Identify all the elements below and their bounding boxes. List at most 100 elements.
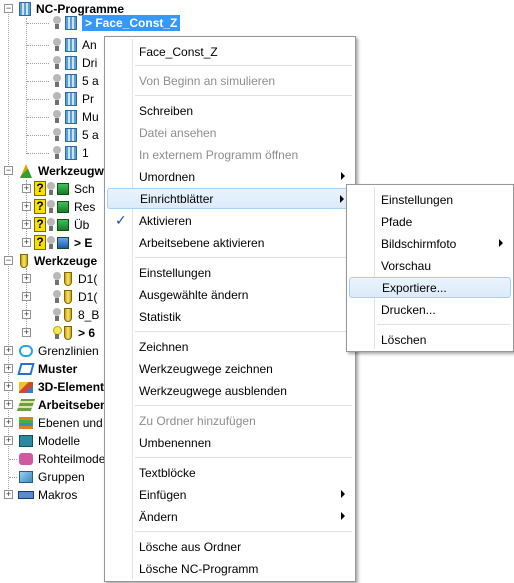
menu-header: Face_Const_Z: [107, 41, 353, 62]
menu-item-label: Drucken...: [381, 302, 436, 317]
expand-toggle[interactable]: +: [22, 328, 31, 337]
menu-item-settings[interactable]: Einstellungen: [107, 262, 353, 283]
tool-icon: [62, 307, 74, 323]
expand-toggle[interactable]: +: [4, 364, 13, 373]
menu-item-insert[interactable]: Einfügen: [107, 484, 353, 505]
menu-separator: [135, 257, 352, 258]
collapse-toggle[interactable]: −: [4, 4, 13, 13]
expand-toggle[interactable]: +: [4, 490, 13, 499]
nc-folder-icon: [18, 1, 32, 17]
bulb-icon: [52, 37, 62, 53]
menu-item-activate-workplane[interactable]: Arbeitsebene aktivieren: [107, 232, 353, 253]
menu-item-view-file[interactable]: Datei ansehen: [107, 122, 353, 143]
expand-toggle[interactable]: +: [22, 238, 31, 247]
tree-node-nc-program[interactable]: 5 a: [52, 126, 99, 144]
tree-node-toolpath[interactable]: Üb: [34, 216, 89, 234]
tree-node-tool[interactable]: 8_B: [52, 306, 99, 324]
toolpath-icon: [56, 199, 70, 215]
groups-icon: [18, 469, 34, 485]
tree-node-face-const-z[interactable]: > Face_Const_Z: [52, 14, 181, 32]
menu-item-label: Zeichnen: [139, 339, 189, 354]
tree-node-tool[interactable]: D1(: [52, 288, 97, 306]
tree-node-boundaries[interactable]: Grenzlinien: [18, 342, 99, 360]
expand-toggle[interactable]: +: [4, 436, 13, 445]
menu-item-reorder[interactable]: Umordnen: [107, 166, 353, 187]
expand-toggle[interactable]: +: [22, 202, 31, 211]
menu-item-label: Einstellungen: [139, 265, 212, 280]
menu-item-remove-from-folder[interactable]: Lösche aus Ordner: [107, 536, 353, 557]
collapse-toggle[interactable]: −: [4, 166, 13, 175]
submenu-item-settings[interactable]: Einstellungen: [349, 189, 511, 210]
tree-node-macros[interactable]: Makros: [18, 486, 77, 504]
tree-node-groups[interactable]: Gruppen: [18, 468, 85, 486]
tree-line: [9, 459, 17, 460]
pattern-icon: [18, 361, 34, 377]
bulb-icon: [52, 127, 62, 143]
menu-item-open-external[interactable]: In externem Programm öffnen: [107, 144, 353, 165]
tree-node-toolpath[interactable]: Sch: [34, 180, 95, 198]
submenu-item-preview[interactable]: Vorschau: [349, 255, 511, 276]
menu-item-setup-sheets[interactable]: Einrichtblätter: [107, 188, 353, 209]
submenu-item-export[interactable]: Exportiere...: [349, 277, 511, 298]
bulb-icon: [52, 145, 62, 161]
expand-toggle[interactable]: +: [4, 418, 13, 427]
submenu-arrow-icon: [341, 512, 345, 520]
layers-icon: [18, 415, 34, 431]
menu-item-label: Lösche aus Ordner: [139, 539, 242, 554]
submenu-item-print[interactable]: Drucken...: [349, 299, 511, 320]
menu-item-write[interactable]: Schreiben: [107, 100, 353, 121]
expand-toggle[interactable]: +: [22, 184, 31, 193]
tree-node-layers[interactable]: Ebenen und: [18, 414, 103, 432]
tree-node-toolpath[interactable]: Res: [34, 198, 95, 216]
tree-node-stock-models[interactable]: Rohteilmode: [18, 450, 105, 468]
menu-item-rename[interactable]: Umbenennen: [107, 432, 353, 453]
tree-node-patterns[interactable]: Muster: [18, 360, 77, 378]
expand-toggle[interactable]: +: [22, 274, 31, 283]
menu-item-draw-toolpaths[interactable]: Werkzeugwege zeichnen: [107, 358, 353, 379]
collapse-toggle[interactable]: −: [4, 256, 13, 265]
menu-item-statistics[interactable]: Statistik: [107, 306, 353, 327]
expand-toggle[interactable]: +: [22, 220, 31, 229]
menu-item-edit-selected[interactable]: Ausgewählte ändern: [107, 284, 353, 305]
question-icon: [34, 199, 46, 215]
submenu-item-screenshot[interactable]: Bildschirmfoto: [349, 233, 511, 254]
tree-node-tools[interactable]: Werkzeuge: [18, 252, 97, 270]
3d-elements-icon: [18, 379, 34, 395]
tree-node-toolpath[interactable]: > E: [34, 234, 92, 252]
tree-node-tool[interactable]: D1(: [52, 270, 97, 288]
bulb-icon: [52, 91, 62, 107]
menu-item-modify[interactable]: Ändern: [107, 506, 353, 527]
tree-node-workplanes[interactable]: Arbeitseben: [18, 396, 107, 414]
expand-toggle[interactable]: +: [22, 310, 31, 319]
tree-node-tool[interactable]: > 6: [52, 324, 95, 342]
tree-node-toolpaths[interactable]: Werkzeugw: [18, 162, 104, 180]
menu-item-label: Aktivieren: [139, 213, 192, 228]
tree-node-3d-elements[interactable]: 3D-Element: [18, 378, 104, 396]
menu-item-activate[interactable]: ✓ Aktivieren: [107, 210, 353, 231]
tools-folder-icon: [18, 253, 30, 269]
tree-node-nc-program[interactable]: 5 a: [52, 72, 99, 90]
menu-item-label: Umordnen: [139, 169, 196, 184]
expand-toggle[interactable]: +: [4, 400, 13, 409]
menu-item-draw[interactable]: Zeichnen: [107, 336, 353, 357]
tree-node-nc-program[interactable]: Mu: [52, 108, 99, 126]
tree-line: [9, 477, 17, 478]
tree-node-nc-program[interactable]: Dri: [52, 54, 97, 72]
menu-item-hide-toolpaths[interactable]: Werkzeugwege ausblenden: [107, 380, 353, 401]
expand-toggle[interactable]: +: [22, 292, 31, 301]
menu-item-add-to-folder[interactable]: Zu Ordner hinzufügen: [107, 410, 353, 431]
tree-node-models[interactable]: Modelle: [18, 432, 80, 450]
expand-toggle[interactable]: +: [4, 382, 13, 391]
tree-node-nc-program[interactable]: 1: [52, 144, 89, 162]
menu-item-text-blocks[interactable]: Textblöcke: [107, 462, 353, 483]
submenu-item-paths[interactable]: Pfade: [349, 211, 511, 232]
submenu-item-delete[interactable]: Löschen: [349, 329, 511, 350]
menu-item-simulate[interactable]: Von Beginn an simulieren: [107, 70, 353, 91]
tree-node-nc-program[interactable]: An: [52, 36, 97, 54]
menu-item-label: In externem Programm öffnen: [139, 147, 299, 162]
expand-toggle[interactable]: +: [4, 346, 13, 355]
tree-node-nc-program[interactable]: Pr: [52, 90, 94, 108]
menu-item-label: Exportiere...: [382, 280, 447, 295]
menu-item-delete-nc-program[interactable]: Lösche NC-Programm: [107, 558, 353, 579]
nc-program-icon: [64, 73, 78, 89]
